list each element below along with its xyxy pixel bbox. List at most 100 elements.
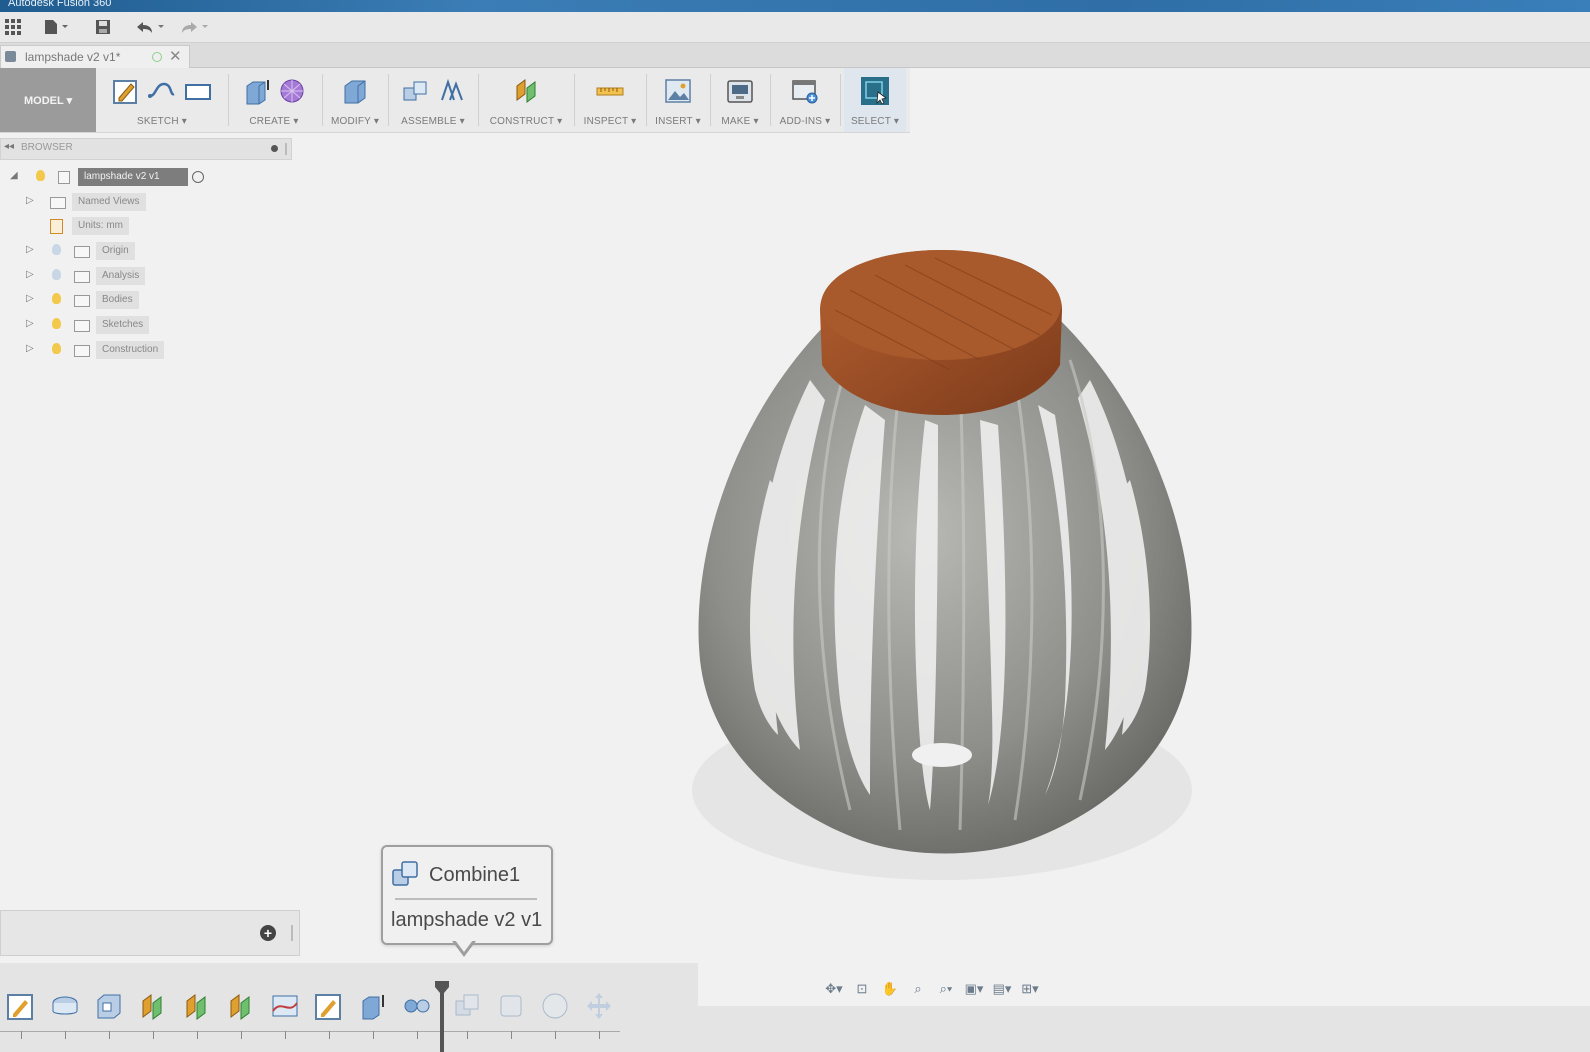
insert-group[interactable]: INSERT ▾ bbox=[650, 68, 706, 132]
collapse-browser-icon[interactable]: ◂◂ bbox=[4, 141, 14, 152]
timeline-loft-icon[interactable] bbox=[270, 991, 300, 1021]
visibility-bulb-icon[interactable] bbox=[52, 318, 61, 329]
timeline-sketch-icon[interactable] bbox=[6, 991, 36, 1021]
expand-triangle-icon[interactable]: ▷ bbox=[26, 269, 34, 280]
rectangle-icon[interactable] bbox=[183, 76, 213, 106]
panel-grip[interactable] bbox=[291, 925, 293, 941]
create-group[interactable]: CREATE ▾ bbox=[232, 68, 316, 132]
browser-item-bodies[interactable]: ▷ Bodies bbox=[26, 290, 166, 310]
document-tab[interactable]: lampshade v2 v1* ✕ bbox=[0, 45, 190, 68]
timeline-plane-icon[interactable] bbox=[138, 991, 168, 1021]
select-icon[interactable] bbox=[860, 76, 890, 106]
spline-icon[interactable] bbox=[147, 76, 177, 106]
browser-item-named-views[interactable]: ▷ Named Views bbox=[26, 192, 166, 212]
browser-item-construction[interactable]: ▷ Construction bbox=[26, 340, 186, 360]
tooltip-component-name: lampshade v2 v1 bbox=[391, 909, 543, 931]
new-component-icon[interactable] bbox=[400, 76, 430, 106]
timeline-appearance-icon[interactable] bbox=[540, 991, 570, 1021]
expand-triangle-icon[interactable]: ▷ bbox=[26, 343, 34, 354]
timeline-body-icon[interactable] bbox=[496, 991, 526, 1021]
joint-icon[interactable] bbox=[436, 76, 466, 106]
assemble-group[interactable]: ASSEMBLE ▾ bbox=[392, 68, 474, 132]
timeline-tick bbox=[197, 1031, 198, 1039]
panel-grip[interactable] bbox=[285, 143, 287, 155]
tooltip-pointer-fill bbox=[455, 940, 473, 952]
make-group[interactable]: MAKE ▾ bbox=[714, 68, 766, 132]
sketch-group[interactable]: SKETCH ▾ bbox=[100, 68, 224, 132]
browser-panel-header[interactable]: ◂◂ BROWSER bbox=[0, 138, 292, 160]
measure-icon[interactable] bbox=[595, 76, 625, 106]
expand-triangle-icon[interactable]: ▷ bbox=[26, 318, 34, 329]
pan-icon[interactable]: ✋ bbox=[878, 979, 902, 999]
timeline-pattern-icon[interactable] bbox=[402, 991, 432, 1021]
visibility-bulb-icon[interactable] bbox=[52, 293, 61, 304]
construct-group[interactable]: CONSTRUCT ▾ bbox=[482, 68, 570, 132]
timeline-sketch-icon[interactable] bbox=[314, 991, 344, 1021]
modify-group[interactable]: MODIFY ▾ bbox=[326, 68, 384, 132]
sync-status-icon bbox=[152, 52, 162, 62]
select-group[interactable]: SELECT ▾ bbox=[844, 68, 906, 132]
collapse-triangle-icon[interactable]: ◢ bbox=[10, 170, 18, 181]
wooden-top-face bbox=[821, 250, 1061, 360]
visibility-bulb-icon[interactable] bbox=[52, 343, 61, 354]
timeline-track bbox=[0, 1031, 620, 1032]
browser-item-label: Analysis bbox=[96, 267, 146, 285]
form-icon[interactable] bbox=[277, 76, 307, 106]
activate-component-icon[interactable] bbox=[192, 171, 204, 183]
visibility-bulb-icon[interactable] bbox=[36, 170, 45, 181]
timeline-revolve-icon[interactable] bbox=[50, 991, 80, 1021]
display-settings-icon[interactable]: ▣▾ bbox=[962, 979, 986, 999]
workspace-switcher[interactable]: MODEL ▾ bbox=[0, 68, 96, 132]
browser-item-units[interactable]: Units: mm bbox=[26, 216, 166, 236]
timeline-combine-icon[interactable] bbox=[452, 991, 482, 1021]
timeline-marker[interactable] bbox=[434, 981, 450, 1052]
press-pull-icon[interactable] bbox=[340, 76, 370, 106]
insert-image-icon[interactable] bbox=[663, 76, 693, 106]
add-ins-group[interactable]: ADD-INS ▾ bbox=[774, 68, 836, 132]
file-menu-icon[interactable] bbox=[42, 18, 72, 36]
lampshade-model[interactable] bbox=[660, 230, 1240, 930]
undo-icon[interactable] bbox=[132, 18, 166, 36]
create-group-label: CREATE ▾ bbox=[249, 116, 299, 127]
visibility-bulb-icon[interactable] bbox=[52, 269, 61, 280]
close-tab-icon[interactable]: ✕ bbox=[169, 47, 182, 65]
data-panel-grid-icon[interactable] bbox=[2, 18, 24, 36]
expand-triangle-icon[interactable]: ▷ bbox=[26, 293, 34, 304]
expand-triangle-icon[interactable]: ▷ bbox=[26, 195, 34, 206]
add-comment-icon[interactable]: + bbox=[260, 925, 276, 941]
timeline-extrude-icon[interactable] bbox=[358, 991, 388, 1021]
offset-plane-icon[interactable] bbox=[511, 76, 541, 106]
root-component-label[interactable]: lampshade v2 v1 bbox=[78, 168, 188, 186]
orbit-icon[interactable]: ✥▾ bbox=[822, 979, 846, 999]
expand-triangle-icon[interactable]: ▷ bbox=[26, 244, 34, 255]
extrude-icon[interactable] bbox=[241, 76, 271, 106]
inspect-group-label: INSPECT ▾ bbox=[583, 116, 637, 127]
timeline-move-icon[interactable] bbox=[584, 991, 614, 1021]
browser-item-sketches[interactable]: ▷ Sketches bbox=[26, 315, 166, 335]
create-sketch-icon[interactable] bbox=[111, 76, 141, 106]
window-title-bar: Autodesk Fusion 360 bbox=[0, 0, 1590, 12]
comments-panel[interactable]: + bbox=[0, 910, 300, 956]
timeline-plane-icon[interactable] bbox=[226, 991, 256, 1021]
timeline-shell-icon[interactable] bbox=[94, 991, 124, 1021]
browser-item-origin[interactable]: ▷ Origin bbox=[26, 241, 166, 261]
timeline-plane-icon[interactable] bbox=[182, 991, 212, 1021]
timeline[interactable] bbox=[0, 963, 698, 1052]
inspect-group[interactable]: INSPECT ▾ bbox=[578, 68, 642, 132]
workspace-label: MODEL ▾ bbox=[24, 95, 73, 107]
browser-root-node[interactable]: ◢ lampshade v2 v1 bbox=[8, 167, 218, 187]
document-tab-bar: lampshade v2 v1* ✕ bbox=[0, 43, 1590, 68]
scripts-add-ins-icon[interactable] bbox=[790, 76, 820, 106]
visibility-bulb-icon[interactable] bbox=[52, 244, 61, 255]
browser-item-analysis[interactable]: ▷ Analysis bbox=[26, 266, 166, 286]
folder-icon bbox=[74, 295, 90, 307]
look-at-icon[interactable]: ⊡ bbox=[850, 979, 874, 999]
fit-icon[interactable]: ⌕▾ bbox=[934, 979, 958, 999]
visual-style-icon[interactable]: ▤▾ bbox=[990, 979, 1014, 999]
save-icon[interactable] bbox=[92, 18, 114, 36]
3d-print-icon[interactable] bbox=[725, 76, 755, 106]
redo-icon[interactable] bbox=[176, 18, 210, 36]
pin-icon[interactable] bbox=[271, 145, 278, 152]
zoom-icon[interactable]: ⌕ bbox=[906, 979, 930, 999]
grid-settings-icon[interactable]: ⊞▾ bbox=[1018, 979, 1042, 999]
